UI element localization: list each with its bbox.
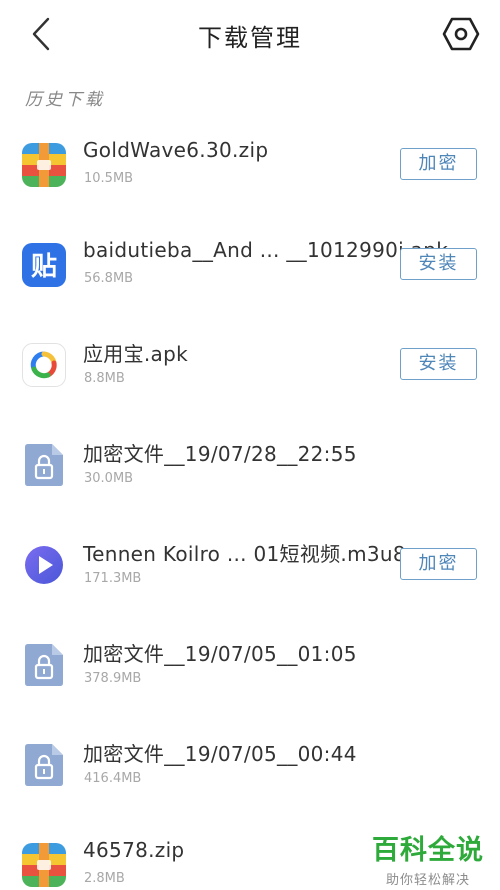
file-name: 加密文件__19/07/28__22:55 — [83, 442, 357, 466]
file-size: 416.4MB — [84, 771, 142, 786]
locked-file-icon — [22, 743, 66, 787]
hexagon-settings-icon — [442, 17, 480, 51]
archive-icon — [22, 843, 66, 887]
file-size: 378.9MB — [84, 671, 142, 686]
watermark-title: 百科全说 — [372, 835, 484, 866]
file-name: GoldWave6.30.zip — [83, 138, 269, 162]
header-bar: 下载管理 — [0, 0, 500, 72]
download-row[interactable]: 应用宝.apk 8.8MB 安装 — [0, 313, 500, 413]
file-size: 56.8MB — [84, 271, 134, 286]
file-name: 应用宝.apk — [83, 342, 188, 366]
locked-file-icon — [22, 443, 66, 487]
settings-button[interactable] — [441, 14, 481, 54]
page-title: 下载管理 — [198, 24, 302, 52]
install-button[interactable]: 安装 — [400, 248, 477, 280]
file-size: 30.0MB — [84, 471, 134, 486]
video-play-icon — [22, 543, 66, 587]
svg-text:贴: 贴 — [31, 252, 57, 282]
encrypt-button[interactable]: 加密 — [400, 548, 477, 580]
tieba-icon: 贴 — [22, 243, 66, 287]
yingyongbao-icon — [22, 343, 66, 387]
file-name: baidutieba__And ... __1012990i.apk — [83, 238, 449, 262]
file-size: 171.3MB — [84, 571, 142, 586]
archive-icon — [22, 143, 66, 187]
watermark-subtitle: 助你轻松解决 — [385, 873, 470, 888]
watermark: 百科全说 助你轻松解决 — [372, 828, 484, 888]
file-name: Tennen Koilro ... 01短视频.m3u8 — [83, 542, 406, 566]
file-size: 2.8MB — [84, 871, 125, 886]
download-row[interactable]: 贴 baidutieba__And ... __1012990i.apk 56.8M… — [0, 213, 500, 313]
download-row[interactable]: 加密文件__19/07/05__01:05 378.9MB — [0, 613, 500, 713]
install-button[interactable]: 安装 — [400, 348, 477, 380]
download-list: GoldWave6.30.zip 10.5MB 加密贴 baidutieba__And… — [0, 113, 500, 890]
file-name: 加密文件__19/07/05__01:05 — [83, 642, 357, 666]
file-size: 10.5MB — [84, 171, 134, 186]
download-row[interactable]: GoldWave6.30.zip 10.5MB 加密 — [0, 113, 500, 213]
download-row[interactable]: Tennen Koilro ... 01短视频.m3u8 171.3MB 加密 — [0, 513, 500, 613]
file-name: 46578.zip — [83, 838, 185, 862]
file-name: 加密文件__19/07/05__00:44 — [83, 742, 357, 766]
download-row[interactable]: 加密文件__19/07/05__00:44 416.4MB — [0, 713, 500, 813]
download-row[interactable]: 加密文件__19/07/28__22:55 30.0MB — [0, 413, 500, 513]
encrypt-button[interactable]: 加密 — [400, 148, 477, 180]
file-size: 8.8MB — [84, 371, 125, 386]
locked-file-icon — [22, 643, 66, 687]
section-label: 历史下载 — [25, 90, 105, 110]
